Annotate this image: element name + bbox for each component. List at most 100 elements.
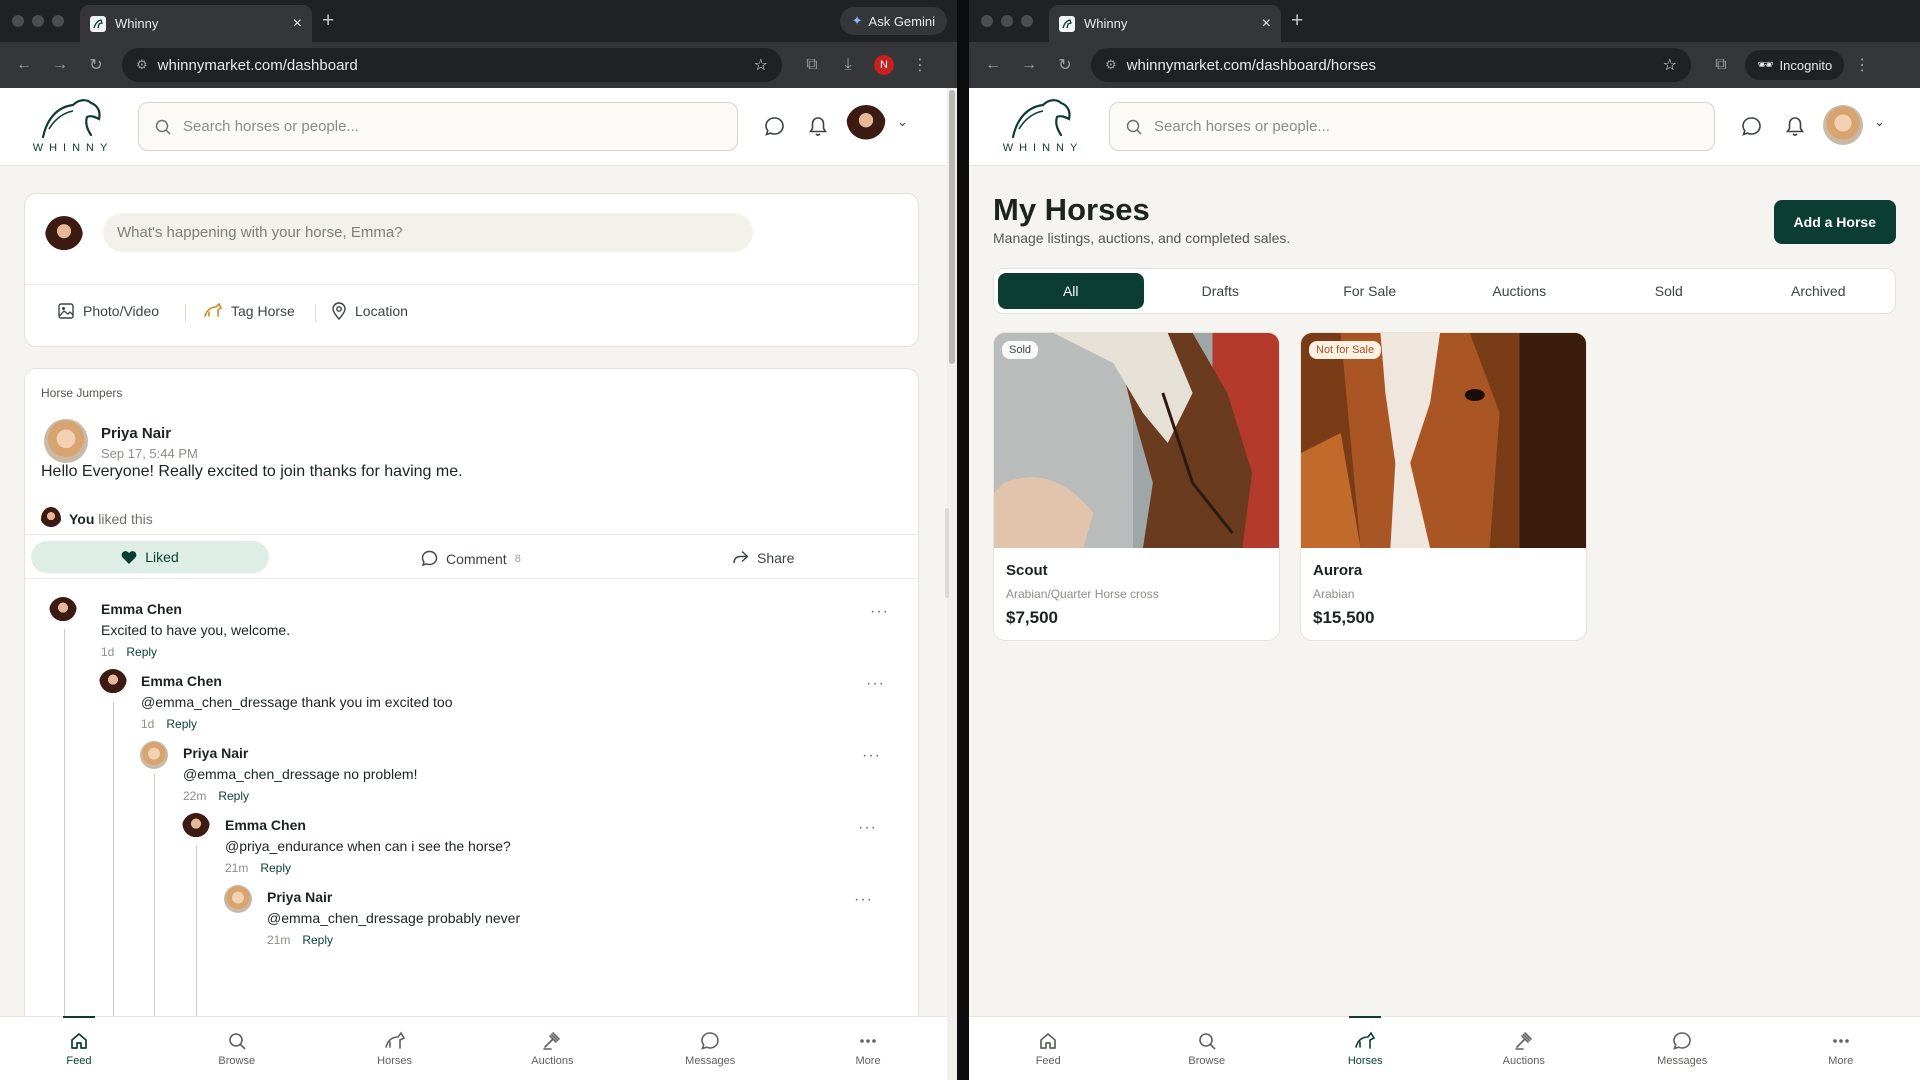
- comment-author[interactable]: Emma Chen: [141, 673, 453, 689]
- comment-avatar[interactable]: [49, 597, 77, 625]
- new-tab-icon[interactable]: +: [1291, 9, 1303, 33]
- nav-more[interactable]: More: [1762, 1017, 1920, 1080]
- reply-button[interactable]: Reply: [126, 645, 157, 659]
- thread-line: [113, 702, 114, 1016]
- comment-avatar[interactable]: [182, 813, 210, 841]
- more-options-icon[interactable]: ···: [870, 603, 889, 621]
- tab-auctions[interactable]: Auctions: [1447, 273, 1593, 309]
- browser-menu-icon[interactable]: ⋮: [1844, 55, 1880, 75]
- composer-input[interactable]: What's happening with your horse, Emma?: [103, 213, 753, 252]
- reply-button[interactable]: Reply: [218, 789, 249, 803]
- more-options-icon[interactable]: ···: [858, 819, 877, 837]
- close-tab-icon[interactable]: ×: [293, 15, 302, 32]
- new-tab-icon[interactable]: +: [322, 9, 334, 33]
- tab-sold[interactable]: Sold: [1596, 273, 1742, 309]
- logo-text: WHINNY: [1002, 142, 1084, 154]
- forward-icon[interactable]: →: [42, 56, 78, 74]
- tag-horse-button[interactable]: Tag Horse: [203, 302, 295, 320]
- download-icon[interactable]: ⤓: [830, 56, 866, 74]
- extensions-icon[interactable]: ⧉: [1703, 56, 1739, 74]
- reply-button[interactable]: Reply: [302, 933, 333, 947]
- comment-avatar[interactable]: [140, 741, 168, 769]
- address-bar[interactable]: ⚙ whinnymarket.com/dashboard/horses ☆: [1091, 48, 1691, 82]
- horse-card[interactable]: Not for Sale Aurora Arabian $15,500: [1300, 332, 1587, 641]
- chevron-down-icon[interactable]: ⌄: [897, 114, 908, 130]
- bell-icon[interactable]: [808, 116, 828, 137]
- search-input[interactable]: Search horses or people...: [1109, 102, 1715, 151]
- nav-auctions[interactable]: Auctions: [473, 1017, 631, 1080]
- reply-button[interactable]: Reply: [260, 861, 291, 875]
- site-settings-icon[interactable]: ⚙: [1105, 57, 1117, 73]
- scrollbar-thumb[interactable]: [949, 90, 955, 364]
- comment-text: @emma_chen_dressage thank you im excited…: [141, 694, 453, 710]
- incognito-indicator[interactable]: 🕶 Incognito: [1745, 50, 1845, 80]
- post-author-name[interactable]: Priya Nair: [101, 425, 198, 442]
- extensions-icon[interactable]: ⧉: [794, 56, 830, 74]
- nav-messages[interactable]: Messages: [1603, 1017, 1762, 1080]
- location-button[interactable]: Location: [331, 302, 408, 320]
- close-tab-icon[interactable]: ×: [1262, 15, 1271, 32]
- liked-button[interactable]: Liked: [31, 541, 269, 573]
- nav-feed[interactable]: Feed: [0, 1016, 158, 1080]
- browser-tab[interactable]: Whinny ×: [80, 5, 312, 42]
- share-button[interactable]: Share: [732, 550, 794, 566]
- more-options-icon[interactable]: ···: [854, 891, 873, 909]
- reply-button[interactable]: Reply: [166, 717, 197, 731]
- more-options-icon[interactable]: ···: [866, 675, 885, 693]
- post-author-avatar[interactable]: [44, 419, 88, 463]
- nav-horses[interactable]: Horses: [316, 1017, 474, 1080]
- bell-icon[interactable]: [1785, 116, 1805, 137]
- tab-for-sale[interactable]: For Sale: [1297, 273, 1443, 309]
- chevron-down-icon[interactable]: ⌄: [1874, 114, 1885, 130]
- reload-icon[interactable]: ↻: [1047, 55, 1083, 75]
- user-avatar[interactable]: [846, 105, 886, 145]
- reload-icon[interactable]: ↻: [78, 55, 114, 75]
- back-icon[interactable]: ←: [975, 56, 1011, 74]
- page-scrollbar[interactable]: [945, 88, 957, 1080]
- comment-author[interactable]: Priya Nair: [267, 889, 520, 905]
- chat-icon[interactable]: [764, 116, 785, 137]
- whinny-logo[interactable]: WHINNY: [997, 97, 1089, 159]
- post-date: Sep 17, 5:44 PM: [101, 446, 198, 461]
- user-avatar[interactable]: [1823, 105, 1863, 145]
- whinny-logo[interactable]: WHINNY: [27, 97, 119, 159]
- nav-auctions[interactable]: Auctions: [1445, 1017, 1604, 1080]
- browser-tab[interactable]: Whinny ×: [1049, 5, 1281, 42]
- back-icon[interactable]: ←: [6, 56, 42, 74]
- ask-gemini-button[interactable]: ✦ Ask Gemini: [839, 7, 947, 35]
- window-controls[interactable]: [12, 15, 64, 27]
- split-divider[interactable]: [957, 0, 969, 1080]
- comment-avatar[interactable]: [224, 885, 252, 913]
- photo-video-button[interactable]: Photo/Video: [57, 302, 159, 320]
- horse-card[interactable]: Sold Scout Arabian/Quarter Horse cross $…: [993, 332, 1280, 641]
- nav-feed[interactable]: Feed: [969, 1017, 1128, 1080]
- more-options-icon[interactable]: ···: [862, 747, 881, 765]
- nav-more[interactable]: More: [789, 1017, 947, 1080]
- split-handle[interactable]: [945, 508, 949, 598]
- nav-browse[interactable]: Browse: [1128, 1017, 1287, 1080]
- chat-icon: [1673, 1031, 1692, 1050]
- bookmark-star-icon[interactable]: ☆: [754, 55, 768, 75]
- nav-horses[interactable]: Horses: [1286, 1016, 1445, 1080]
- comment-button[interactable]: Comment 8: [421, 550, 521, 567]
- comment-author[interactable]: Emma Chen: [225, 817, 511, 833]
- likes-summary[interactable]: You liked this: [41, 507, 153, 531]
- search-input[interactable]: Search horses or people...: [138, 102, 738, 151]
- tab-all[interactable]: All: [998, 273, 1144, 309]
- tab-archived[interactable]: Archived: [1746, 273, 1892, 309]
- comment-author[interactable]: Priya Nair: [183, 745, 417, 761]
- nav-browse[interactable]: Browse: [158, 1017, 316, 1080]
- site-settings-icon[interactable]: ⚙: [136, 57, 148, 73]
- address-bar[interactable]: ⚙ whinnymarket.com/dashboard ☆: [122, 48, 782, 82]
- comment-author[interactable]: Emma Chen: [101, 601, 290, 617]
- bookmark-star-icon[interactable]: ☆: [1663, 55, 1677, 75]
- profile-avatar[interactable]: N: [874, 55, 894, 75]
- nav-messages[interactable]: Messages: [631, 1017, 789, 1080]
- forward-icon[interactable]: →: [1011, 56, 1047, 74]
- window-controls[interactable]: [981, 15, 1033, 27]
- add-horse-button[interactable]: Add a Horse: [1773, 200, 1896, 244]
- comment-avatar[interactable]: [99, 669, 127, 697]
- browser-menu-icon[interactable]: ⋮: [902, 55, 938, 75]
- chat-icon[interactable]: [1741, 116, 1762, 137]
- tab-drafts[interactable]: Drafts: [1148, 273, 1294, 309]
